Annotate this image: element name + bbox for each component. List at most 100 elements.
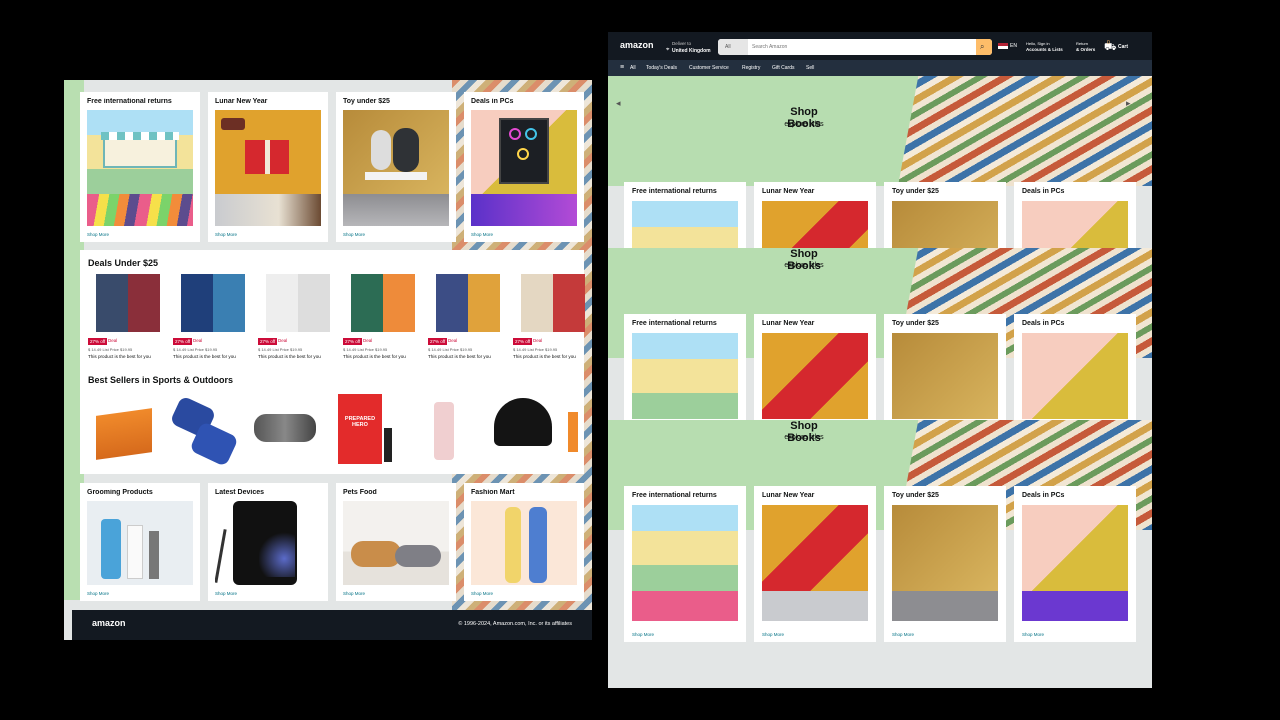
deal-label: Deal (533, 338, 543, 343)
card-title: Latest Devices (215, 489, 265, 496)
nav-customer-service[interactable]: Customer Service (689, 65, 729, 71)
gaming-setup-image (471, 194, 577, 226)
nav-gift-cards[interactable]: Gift Cards (772, 65, 795, 71)
product-partial[interactable] (568, 390, 584, 470)
storefront-image (632, 333, 738, 419)
product-fire-blanket[interactable]: PREPARED HERO (328, 390, 400, 470)
deal-product-image (351, 274, 415, 332)
deal-item[interactable]: 27% off Deal $ 14.49 List Price $19.95 This… (343, 274, 423, 374)
card-title: Pets Food (343, 489, 377, 496)
card-title: Toy under $25 (343, 98, 390, 105)
carousel-prev-icon[interactable]: ◂ (616, 98, 621, 109)
card-latest-devices[interactable]: Latest Devices Shop More (208, 483, 328, 601)
search-bar[interactable]: All Search Amazon ⌕ (718, 39, 992, 55)
copyright-text: © 1996-2024, Amazon.com, Inc. or its aff… (458, 621, 572, 627)
storefront-image (87, 110, 193, 194)
gift-box-image (762, 333, 868, 419)
deal-item[interactable]: 27% off Deal $ 14.49 List Price $19.95 This… (88, 274, 168, 374)
nav-all[interactable]: All (630, 65, 636, 71)
shop-more-link[interactable]: Shop More (892, 632, 914, 637)
returns-label[interactable]: Return (1076, 41, 1088, 46)
deal-label: Deal (278, 338, 288, 343)
deal-description: This product is the best for you (258, 354, 321, 359)
search-button[interactable]: ⌕ (976, 39, 992, 55)
deal-label: Deal (448, 338, 458, 343)
orders-label[interactable]: & Orders (1076, 47, 1095, 52)
accounts-lists[interactable]: Accounts & Lists (1026, 47, 1063, 52)
product-snack-box[interactable] (88, 390, 160, 470)
carousel-next-icon[interactable]: ▸ (1126, 98, 1131, 109)
card-grooming-products[interactable]: Grooming Products Shop More (80, 483, 200, 601)
flag-icon (998, 43, 1008, 49)
deal-label: Deal (108, 338, 118, 343)
cart-label[interactable]: Cart (1118, 44, 1128, 50)
language-select[interactable]: EN (1010, 43, 1017, 49)
card-lunar-new-year[interactable]: Lunar New Year Shop More (754, 486, 876, 642)
deliver-location[interactable]: United Kingdom (672, 48, 711, 54)
shop-more-link[interactable]: Shop More (215, 232, 237, 237)
card-toy-under-25[interactable]: Toy under $25 Shop More (884, 486, 1006, 642)
nav-registry[interactable]: Registry (742, 65, 760, 71)
shop-more-link[interactable]: Shop More (471, 232, 493, 237)
shop-more-link[interactable]: Shop More (762, 632, 784, 637)
card-pets-food[interactable]: Pets Food Shop More (336, 483, 456, 601)
deal-description: This product is the best for you (428, 354, 491, 359)
deal-price: $ 14.49 List Price $19.95 (428, 347, 473, 352)
gift-box-image (215, 110, 321, 194)
shop-more-link[interactable]: Shop More (1022, 632, 1044, 637)
menu-icon[interactable]: ≡ (620, 64, 624, 71)
best-sellers-title: Best Sellers in Sports & Outdoors (88, 375, 234, 385)
search-icon: ⌕ (980, 42, 985, 51)
footer: amazon © 1996-2024, Amazon.com, Inc. or … (72, 610, 592, 640)
footer-logo[interactable]: amazon (92, 618, 126, 628)
shop-more-link[interactable]: Shop More (343, 591, 365, 596)
phone-image (215, 501, 321, 585)
shop-more-link[interactable]: Shop More (471, 591, 493, 596)
secondary-image (1022, 591, 1128, 621)
deal-item[interactable]: 27% off Deal $ 14.49 List Price $19.95 This… (258, 274, 338, 374)
cart-count: 0 (1107, 40, 1110, 46)
card-toy-under-25[interactable]: Toy under $25 Shop More (336, 92, 456, 242)
hello-sign-in[interactable]: Hello, Sign in (1026, 41, 1050, 46)
banner-subtitle: explore titles (784, 262, 824, 269)
discount-badge: 27% off (258, 338, 278, 345)
shop-more-link[interactable]: Shop More (215, 591, 237, 596)
discount-badge: 27% off (428, 338, 448, 345)
deal-description: This product is the best for you (513, 354, 576, 359)
deal-item[interactable]: 27% off Deal $ 14.49 List Price $19.95 This… (513, 274, 592, 374)
discount-badge: 27% off (343, 338, 363, 345)
product-dumbbells[interactable] (168, 390, 240, 470)
product-tumbler[interactable] (408, 390, 480, 470)
nav-todays-deals[interactable]: Today's Deals (646, 65, 677, 71)
card-deals-in-pcs[interactable]: Deals in PCs Shop More (464, 92, 584, 242)
card-free-returns[interactable]: Free international returns Shop More (624, 486, 746, 642)
amazon-logo[interactable]: amazon (620, 40, 654, 50)
nav-sell[interactable]: Sell (806, 65, 814, 71)
card-lunar-new-year[interactable]: Lunar New Year Shop More (208, 92, 328, 242)
grooming-image (87, 501, 193, 585)
card-free-returns[interactable]: Free international returns Shop More (80, 92, 200, 242)
secondary-image (762, 591, 868, 621)
fashion-image (471, 501, 577, 585)
right-page-screenshot: amazon Deliver to ⌖ United Kingdom All S… (608, 32, 1152, 688)
laptop-image (215, 194, 321, 226)
books-image (898, 76, 1152, 186)
deal-item[interactable]: 27% off Deal $ 14.49 List Price $19.95 This… (428, 274, 508, 374)
card-deals-in-pcs[interactable]: Deals in PCs Shop More (1014, 486, 1136, 642)
deal-label: Deal (193, 338, 203, 343)
card-fashion-mart[interactable]: Fashion Mart Shop More (464, 483, 584, 601)
shop-more-link[interactable]: Shop More (87, 232, 109, 237)
product-helmet[interactable] (488, 390, 560, 470)
product-ski-goggles[interactable] (248, 390, 320, 470)
shop-more-link[interactable]: Shop More (87, 591, 109, 596)
cart-icon[interactable]: ⛟ (1104, 42, 1117, 55)
plush-toys-image (343, 110, 449, 194)
shop-more-link[interactable]: Shop More (343, 232, 365, 237)
search-input[interactable]: Search Amazon (752, 44, 787, 50)
search-category-select[interactable]: All (718, 39, 748, 55)
card-title: Fashion Mart (471, 489, 515, 496)
deal-item[interactable]: 27% off Deal $ 14.49 List Price $19.95 This… (173, 274, 253, 374)
card-title: Free international returns (87, 98, 172, 105)
shop-more-link[interactable]: Shop More (632, 632, 654, 637)
card-title: Lunar New Year (215, 98, 268, 105)
